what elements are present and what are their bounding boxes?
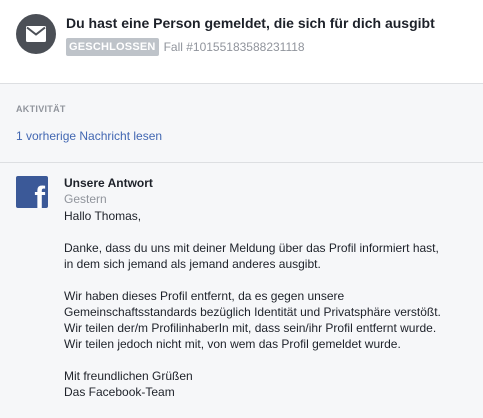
facebook-logo-icon: f [16,176,48,208]
message-paragraph-2: Wir haben dieses Profil entfernt, da es … [64,288,474,352]
message-body: Hallo Thomas, Danke, dass du uns mit dei… [64,208,474,416]
envelope-icon [16,14,56,54]
message-greeting: Hallo Thomas, [64,209,142,223]
message-line: Wir teilen der/m ProfilinhaberIn mit, da… [64,321,437,335]
case-number: Fall #10155183588231118 [163,40,305,54]
message-line: Wir teilen jedoch nicht mit, von wem das… [64,337,401,351]
report-title: Du hast eine Person gemeldet, die sich f… [66,15,435,31]
activity-label: AKTIVITÄT [16,104,66,114]
report-meta: GESCHLOSSEN Fall #10155183588231118 [66,38,305,56]
previous-message-link[interactable]: 1 vorherige Nachricht lesen [16,129,162,143]
message-line: Mit freundlichen Grüßen [64,369,193,383]
message-signature: Das Facebook-Team [64,385,175,399]
status-badge: GESCHLOSSEN [66,38,159,56]
message-line: in dem sich jemand als jemand anderes au… [64,257,321,271]
message-line: Wir haben dieses Profil entfernt, da es … [64,289,345,303]
message-paragraph-1: Danke, dass du uns mit deiner Meldung üb… [64,240,474,272]
message-sender: Unsere Antwort [64,176,153,190]
report-header: Du hast eine Person gemeldet, die sich f… [0,0,483,84]
facebook-logo-letter: f [34,180,45,208]
message-closing: Mit freundlichen Grüßen Das Facebook-Tea… [64,368,474,400]
message-item: f Unsere Antwort Gestern Hallo Thomas, D… [0,163,483,418]
message-timestamp: Gestern [64,192,107,206]
message-line: Danke, dass du uns mit deiner Meldung üb… [64,241,439,255]
activity-section: AKTIVITÄT 1 vorherige Nachricht lesen [0,84,483,162]
message-line: Gemeinschaftsstandards bezüglich Identit… [64,305,441,319]
